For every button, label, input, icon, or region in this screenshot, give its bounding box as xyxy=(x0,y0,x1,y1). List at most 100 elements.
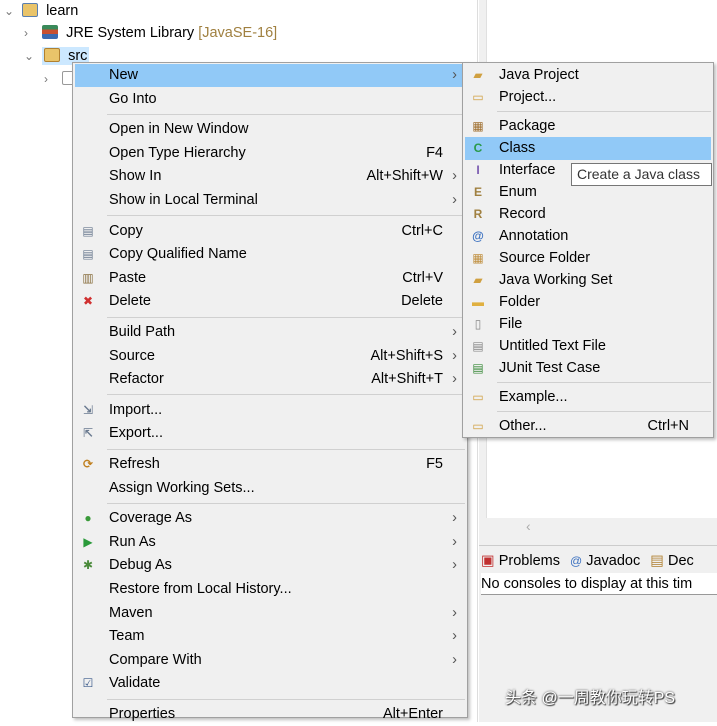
menu-item-go-into[interactable]: Go Into xyxy=(75,88,465,111)
menu-item-file[interactable]: ▯ File xyxy=(465,313,711,336)
chevron-right-icon: › xyxy=(452,510,457,527)
menu-item-label: Assign Working Sets... xyxy=(109,479,255,496)
menu-item-folder[interactable]: ▬ Folder xyxy=(465,291,711,314)
menu-separator xyxy=(107,698,465,700)
menu-item-build-path[interactable]: Build Path › xyxy=(75,321,465,344)
menu-item-label: Class xyxy=(499,140,536,156)
tab-label: Dec xyxy=(668,553,694,569)
menu-item-label: Coverage As xyxy=(109,510,193,527)
menu-item-refactor[interactable]: Refactor Alt+Shift+T › xyxy=(75,368,465,391)
menu-item-restore-from-local-history[interactable]: Restore from Local History... xyxy=(75,578,465,601)
new-submenu: ▰ Java Project ▭ Project... ▦ Package C Class I I… xyxy=(462,62,714,438)
bottom-tabs: ▣ Problems @ Javadoc ▤ Dec xyxy=(481,549,717,573)
menu-item-label: Untitled Text File xyxy=(499,338,606,354)
menu-item-label: Delete xyxy=(109,293,151,310)
menu-separator xyxy=(497,410,711,412)
menu-item-paste[interactable]: ▥ Paste Ctrl+V xyxy=(75,267,465,290)
menu-item-label: Project... xyxy=(499,89,557,105)
menu-item-label: Build Path xyxy=(109,324,176,340)
annotation-icon: @ xyxy=(472,229,484,243)
menu-item-shortcut: Ctrl+N xyxy=(647,418,690,434)
menu-item-coverage-as[interactable]: ● Coverage As › xyxy=(75,507,465,530)
menu-item-assign-working-sets[interactable]: Assign Working Sets... xyxy=(75,477,465,500)
source-folder-icon: ▦ xyxy=(472,251,484,265)
menu-item-source-folder[interactable]: ▦ Source Folder xyxy=(465,247,711,270)
menu-item-open-in-new-window[interactable]: Open in New Window xyxy=(75,118,465,141)
menu-item-refresh[interactable]: ⟳ Refresh F5 xyxy=(75,453,465,476)
chevron-down-icon[interactable]: ⌄ xyxy=(4,0,18,22)
menu-item-properties[interactable]: Properties Alt+Enter xyxy=(75,703,465,726)
menu-item-class[interactable]: C Class xyxy=(465,137,711,160)
menu-item-shortcut: Ctrl+C xyxy=(401,222,444,239)
menu-item-compare-with[interactable]: Compare With › xyxy=(75,649,465,672)
menu-separator xyxy=(107,394,465,396)
tab-problems[interactable]: ▣ Problems xyxy=(481,553,560,569)
menu-item-label: Source xyxy=(109,347,155,364)
menu-item-copy[interactable]: ▤ Copy Ctrl+C xyxy=(75,220,465,243)
project-icon: ▭ xyxy=(472,90,484,104)
menu-item-label: Annotation xyxy=(499,228,569,244)
menu-item-java-project[interactable]: ▰ Java Project xyxy=(465,64,711,87)
menu-item-shortcut: Delete xyxy=(401,293,443,310)
tab-declaration[interactable]: ▤ Dec xyxy=(650,553,694,569)
menu-item-annotation[interactable]: @ Annotation xyxy=(465,225,711,248)
chevron-down-icon[interactable]: ⌄ xyxy=(24,45,38,67)
menu-item-import[interactable]: ⇲ Import... xyxy=(75,399,465,422)
menu-item-team[interactable]: Team › xyxy=(75,625,465,648)
menu-item-shortcut: Alt+Shift+S xyxy=(370,347,443,364)
menu-item-project[interactable]: ▭ Project... xyxy=(465,86,711,109)
file-icon: ▯ xyxy=(474,317,482,331)
record-icon: R xyxy=(473,207,483,221)
menu-item-maven[interactable]: Maven › xyxy=(75,602,465,625)
chevron-right-icon: › xyxy=(452,651,457,668)
menu-item-example[interactable]: ▭ Example... xyxy=(465,386,711,409)
library-icon xyxy=(42,25,59,39)
interface-icon: I xyxy=(476,163,480,177)
menu-item-label: Example... xyxy=(499,389,568,405)
tree-item-jre[interactable]: › JRE System Library [JavaSE-16] xyxy=(24,22,277,44)
tooltip: Create a Java class xyxy=(571,163,712,186)
tree-item-learn[interactable]: ⌄ learn xyxy=(4,0,78,22)
menu-item-label: Compare With xyxy=(109,651,202,668)
tab-javadoc[interactable]: @ Javadoc xyxy=(570,553,640,569)
menu-item-label: Restore from Local History... xyxy=(109,581,292,597)
menu-item-record[interactable]: R Record xyxy=(465,203,711,226)
menu-item-label: Show In xyxy=(109,168,162,185)
menu-item-validate[interactable]: ☑ Validate xyxy=(75,672,465,695)
menu-item-java-working-set[interactable]: ▰ Java Working Set xyxy=(465,269,711,292)
enum-icon: E xyxy=(473,185,482,199)
menu-item-copy-qualified-name[interactable]: ▤ Copy Qualified Name xyxy=(75,243,465,266)
menu-item-label: Validate xyxy=(109,675,161,692)
menu-item-run-as[interactable]: ▶ Run As › xyxy=(75,531,465,554)
menu-separator xyxy=(107,448,465,450)
menu-item-open-type-hierarchy[interactable]: Open Type Hierarchy F4 xyxy=(75,142,465,165)
chevron-right-icon[interactable]: › xyxy=(44,68,58,90)
junit-icon: ▤ xyxy=(472,361,484,375)
package-icon: ▦ xyxy=(472,119,484,133)
working-set-icon: ▰ xyxy=(473,273,483,287)
menu-item-show-in[interactable]: Show In Alt+Shift+W › xyxy=(75,165,465,188)
context-menu: New › Go Into Open in New Window Open Type H… xyxy=(72,62,468,722)
menu-item-label: Refresh xyxy=(109,456,160,472)
menu-item-label: Open in New Window xyxy=(109,121,249,138)
menu-item-debug-as[interactable]: ✱ Debug As › xyxy=(75,554,465,577)
watermark: 头条 @一周教你玩转PS xyxy=(505,690,676,707)
problems-icon: ▣ xyxy=(481,553,495,569)
menu-item-other[interactable]: ▭ Other... Ctrl+N xyxy=(465,415,711,438)
menu-item-package[interactable]: ▦ Package xyxy=(465,115,711,138)
menu-separator xyxy=(107,113,465,115)
menu-item-source[interactable]: Source Alt+Shift+S › xyxy=(75,345,465,368)
menu-item-untitled-text-file[interactable]: ▤ Untitled Text File xyxy=(465,335,711,358)
menu-item-junit-test-case[interactable]: ▤ JUnit Test Case xyxy=(465,357,711,380)
menu-item-delete[interactable]: ✖ Delete Delete xyxy=(75,290,465,313)
chevron-right-icon: › xyxy=(452,324,457,340)
menu-item-label: Team xyxy=(109,628,145,645)
menu-item-show-in-local-terminal[interactable]: Show in Local Terminal › xyxy=(75,189,465,212)
horizontal-scrollbar[interactable]: ‹ xyxy=(486,518,717,538)
menu-item-new[interactable]: New › xyxy=(75,64,465,87)
chevron-right-icon[interactable]: › xyxy=(24,22,38,44)
chevron-right-icon: › xyxy=(452,557,457,574)
tree-label: JRE System Library xyxy=(66,25,195,41)
chevron-right-icon: › xyxy=(452,168,457,185)
menu-item-export[interactable]: ⇱ Export... xyxy=(75,422,465,445)
